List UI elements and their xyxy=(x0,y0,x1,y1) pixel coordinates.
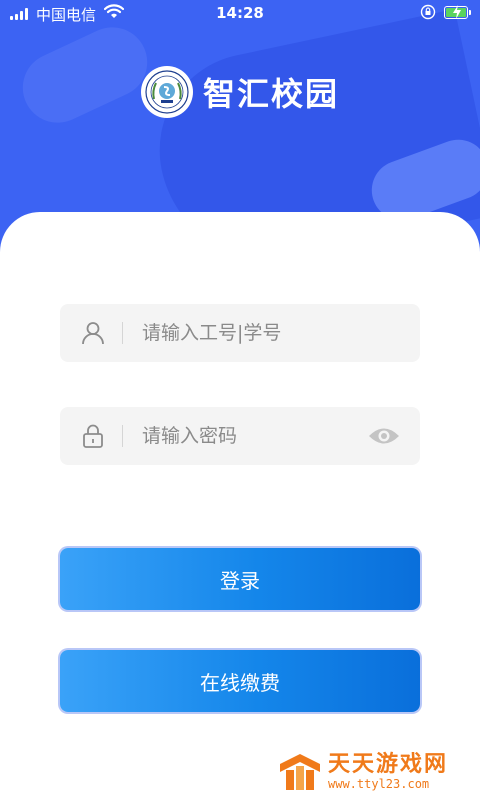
watermark-title: 天天游戏网 xyxy=(328,752,449,777)
clock: 14:28 xyxy=(216,4,264,22)
orientation-lock-icon xyxy=(420,4,436,20)
password-field[interactable] xyxy=(60,407,420,465)
battery-icon xyxy=(444,5,471,19)
field-divider xyxy=(122,322,123,344)
school-logo-icon xyxy=(140,66,193,118)
site-watermark: 天天游戏网 www.ttyl23.com xyxy=(278,752,448,792)
field-divider xyxy=(122,425,123,447)
app-title: 智汇校园 xyxy=(202,75,339,113)
watermark-url: www.ttyl23.com xyxy=(328,777,430,791)
lock-icon xyxy=(83,424,103,448)
show-password-eye-icon[interactable] xyxy=(368,425,400,447)
user-icon xyxy=(82,322,104,345)
login-card: 登录 在线缴费 xyxy=(0,212,480,800)
watermark-logo-icon xyxy=(280,754,320,790)
status-bar: 中国电信 14:28 xyxy=(0,0,480,28)
username-input[interactable] xyxy=(142,304,362,362)
online-payment-button[interactable]: 在线缴费 xyxy=(60,650,420,712)
username-field[interactable] xyxy=(60,304,420,362)
password-input[interactable] xyxy=(142,407,362,465)
app-branding: 智汇校园 xyxy=(0,66,480,118)
login-button[interactable]: 登录 xyxy=(60,548,420,610)
